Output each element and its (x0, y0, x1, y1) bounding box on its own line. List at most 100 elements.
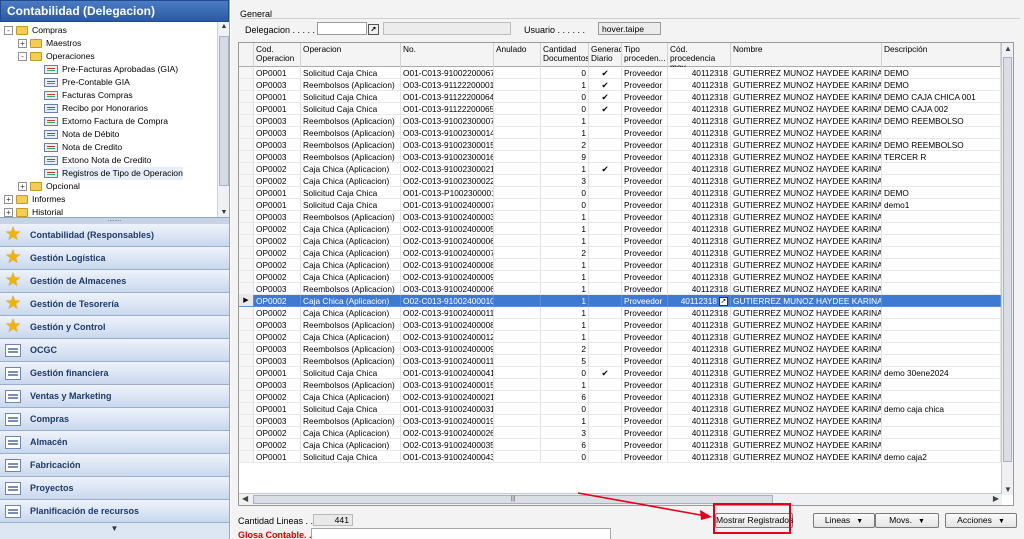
cell-cod[interactable]: OP0002 (254, 223, 301, 235)
table-row[interactable]: OP0003 Reembolsos (Aplicacion) O03-C013-91… (239, 127, 1013, 139)
cell-desc[interactable] (882, 439, 1001, 451)
scroll-thumb[interactable]: ||| (253, 495, 773, 504)
cell-cant[interactable]: 1 (541, 307, 589, 319)
cell-codproc[interactable]: 40112318 (668, 235, 731, 247)
cell-tipo[interactable]: Proveedor (622, 415, 668, 427)
cell-no[interactable]: O03-C013-91002400006 (401, 283, 494, 295)
cell-tipo[interactable]: Proveedor (622, 343, 668, 355)
cell-op[interactable]: Reembolsos (Aplicacion) (301, 415, 401, 427)
tree-item[interactable]: Extorno Factura de Compra (32, 115, 168, 128)
cell-cod[interactable]: OP0003 (254, 319, 301, 331)
cell-op[interactable]: Reembolsos (Aplicacion) (301, 343, 401, 355)
cell-tipo[interactable]: Proveedor (622, 211, 668, 223)
cell-anulado[interactable] (494, 331, 541, 343)
cell-nombre[interactable]: GUTIERREZ MUNOZ HAYDEE KARINA (731, 163, 882, 175)
row-header[interactable] (239, 223, 254, 235)
cell-desc[interactable] (882, 427, 1001, 439)
row-header[interactable] (239, 91, 254, 103)
row-header[interactable] (239, 403, 254, 415)
cell-op[interactable]: Caja Chica (Aplicacion) (301, 427, 401, 439)
cell-cant[interactable]: 1 (541, 223, 589, 235)
cell-nombre[interactable]: GUTIERREZ MUNOZ HAYDEE KARINA (731, 115, 882, 127)
table-row[interactable]: OP0003 Reembolsos (Aplicacion) O03-C013-91… (239, 415, 1013, 427)
cell-cod[interactable]: OP0002 (254, 247, 301, 259)
cell-desc[interactable]: DEMO (882, 79, 1001, 91)
cell-anulado[interactable] (494, 151, 541, 163)
column-header-nombre[interactable]: Nombre (731, 43, 882, 67)
cell-anulado[interactable] (494, 115, 541, 127)
cell-no[interactable]: O02-C013-91002400009 (401, 271, 494, 283)
cell-cant[interactable]: 6 (541, 391, 589, 403)
cell-desc[interactable] (882, 163, 1001, 175)
cell-gen[interactable] (589, 127, 622, 139)
cell-no[interactable]: O03-C013-91002300015 (401, 139, 494, 151)
cell-nombre[interactable]: GUTIERREZ MUNOZ HAYDEE KARINA (731, 67, 882, 79)
cell-tipo[interactable]: Proveedor (622, 199, 668, 211)
scroll-right-icon[interactable]: ▶ (993, 494, 999, 503)
cell-desc[interactable]: demo 30ene2024 (882, 367, 1001, 379)
cell-cod[interactable]: OP0003 (254, 343, 301, 355)
cell-anulado[interactable] (494, 235, 541, 247)
cell-cant[interactable]: 9 (541, 151, 589, 163)
cell-desc[interactable] (882, 247, 1001, 259)
cell-no[interactable]: O01-C013-P1002300001 (401, 187, 494, 199)
cell-no[interactable]: O02-C013-91002300022 (401, 175, 494, 187)
cell-gen[interactable] (589, 199, 622, 211)
cell-anulado[interactable] (494, 139, 541, 151)
row-header[interactable] (239, 199, 254, 211)
cell-op[interactable]: Reembolsos (Aplicacion) (301, 283, 401, 295)
cell-desc[interactable] (882, 283, 1001, 295)
cell-desc[interactable]: DEMO REEMBOLSO (882, 139, 1001, 151)
row-header[interactable] (239, 355, 254, 367)
cell-tipo[interactable]: Proveedor (622, 223, 668, 235)
cell-cod[interactable]: OP0003 (254, 115, 301, 127)
cell-no[interactable]: O01-C013-91122200064 (401, 91, 494, 103)
table-row[interactable]: OP0001 Solicitud Caja Chica O01-C013-P1002… (239, 187, 1013, 199)
row-header[interactable] (239, 175, 254, 187)
tree-item[interactable]: Extono Nota de Credito (32, 154, 151, 167)
cell-tipo[interactable]: Proveedor (622, 367, 668, 379)
cell-op[interactable]: Reembolsos (Aplicacion) (301, 379, 401, 391)
row-header[interactable] (239, 103, 254, 115)
cell-nombre[interactable]: GUTIERREZ MUNOZ HAYDEE KARINA (731, 439, 882, 451)
cell-op[interactable]: Solicitud Caja Chica (301, 91, 401, 103)
cell-op[interactable]: Reembolsos (Aplicacion) (301, 127, 401, 139)
tree-item[interactable]: + Opcional (18, 180, 80, 193)
cell-cant[interactable]: 2 (541, 247, 589, 259)
cell-codproc[interactable]: 40112318 (668, 439, 731, 451)
cell-tipo[interactable]: Proveedor (622, 115, 668, 127)
cell-no[interactable]: O03-C013-91002300007 (401, 115, 494, 127)
cell-cant[interactable]: 0 (541, 367, 589, 379)
cell-no[interactable]: O01-C013-91002400043 (401, 451, 494, 463)
cell-tipo[interactable]: Proveedor (622, 139, 668, 151)
cell-nombre[interactable]: GUTIERREZ MUNOZ HAYDEE KARINA (731, 331, 882, 343)
tree-item[interactable]: + Historial (4, 206, 63, 217)
cell-nombre[interactable]: GUTIERREZ MUNOZ HAYDEE KARINA (731, 211, 882, 223)
cell-desc[interactable] (882, 271, 1001, 283)
cell-tipo[interactable]: Proveedor (622, 175, 668, 187)
cell-op[interactable]: Caja Chica (Aplicacion) (301, 223, 401, 235)
cell-tipo[interactable]: Proveedor (622, 103, 668, 115)
cell-codproc[interactable]: 40112318 (668, 223, 731, 235)
cell-cod[interactable]: OP0002 (254, 271, 301, 283)
cell-cant[interactable]: 1 (541, 211, 589, 223)
table-row[interactable]: OP0001 Solicitud Caja Chica O01-C013-91002… (239, 451, 1013, 463)
cell-no[interactable]: O01-C013-91002200067 (401, 67, 494, 79)
cell-no[interactable]: O02-C013-91002400012 (401, 331, 494, 343)
cell-no[interactable]: O03-C013-91122200001 (401, 79, 494, 91)
cell-no[interactable]: O01-C013-91002400041 (401, 367, 494, 379)
cell-cod[interactable]: OP0003 (254, 151, 301, 163)
table-row[interactable]: OP0002 Caja Chica (Aplicacion) O02-C013-91… (239, 163, 1013, 175)
cell-codproc[interactable]: 40112318 (668, 283, 731, 295)
cell-tipo[interactable]: Proveedor (622, 67, 668, 79)
cell-cod[interactable]: OP0002 (254, 175, 301, 187)
cell-anulado[interactable] (494, 295, 541, 307)
cell-gen[interactable] (589, 211, 622, 223)
table-row[interactable]: OP0001 Solicitud Caja Chica O01-C013-91122… (239, 91, 1013, 103)
cell-desc[interactable] (882, 319, 1001, 331)
column-header-tipo[interactable]: Tipo proceden... (622, 43, 668, 67)
cell-cant[interactable]: 2 (541, 343, 589, 355)
cell-op[interactable]: Caja Chica (Aplicacion) (301, 439, 401, 451)
cell-gen[interactable] (589, 391, 622, 403)
cell-cod[interactable]: OP0002 (254, 391, 301, 403)
